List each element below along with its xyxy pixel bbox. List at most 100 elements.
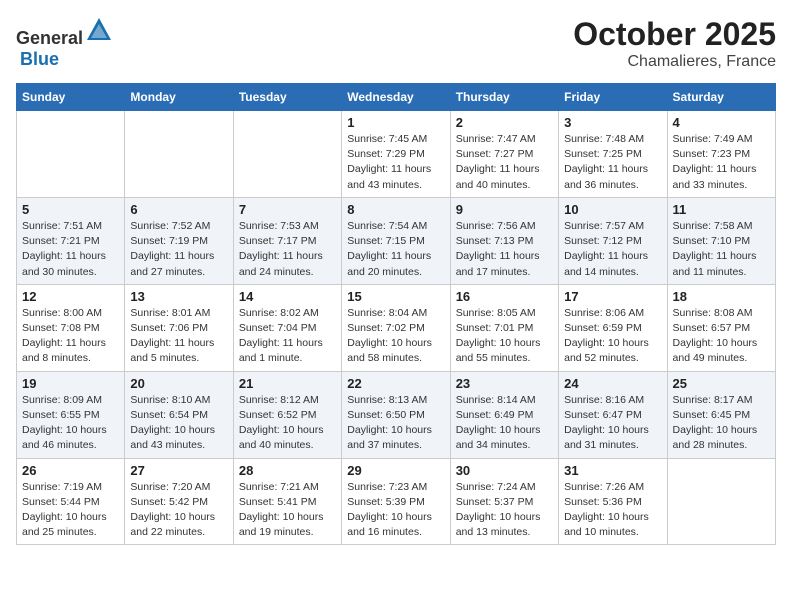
weekday-header-sunday: Sunday — [17, 84, 125, 111]
day-info: Sunrise: 7:24 AM Sunset: 5:37 PM Dayligh… — [456, 480, 553, 541]
calendar-cell: 1 Sunrise: 7:45 AM Sunset: 7:29 PM Daylig… — [342, 111, 450, 198]
day-info: Sunrise: 8:17 AM Sunset: 6:45 PM Dayligh… — [673, 393, 770, 454]
day-number: 3 — [564, 115, 661, 130]
calendar-cell: 13 Sunrise: 8:01 AM Sunset: 7:06 PM Dayli… — [125, 284, 233, 371]
day-info: Sunrise: 8:09 AM Sunset: 6:55 PM Dayligh… — [22, 393, 119, 454]
day-info: Sunrise: 7:48 AM Sunset: 7:25 PM Dayligh… — [564, 132, 661, 193]
day-info: Sunrise: 8:01 AM Sunset: 7:06 PM Dayligh… — [130, 306, 227, 367]
calendar-week-row: 12Sunrise: 8:00 AM Sunset: 7:08 PM Dayli… — [17, 284, 776, 371]
day-info: Sunrise: 8:06 AM Sunset: 6:59 PM Dayligh… — [564, 306, 661, 367]
day-info: Sunrise: 8:02 AM Sunset: 7:04 PM Dayligh… — [239, 306, 336, 367]
day-number: 5 — [22, 202, 119, 217]
day-info: Sunrise: 8:00 AM Sunset: 7:08 PM Dayligh… — [22, 306, 119, 367]
calendar-cell: 22Sunrise: 8:13 AM Sunset: 6:50 PM Dayli… — [342, 371, 450, 458]
day-number: 9 — [456, 202, 553, 217]
calendar-cell: 12Sunrise: 8:00 AM Sunset: 7:08 PM Dayli… — [17, 284, 125, 371]
day-number: 29 — [347, 463, 444, 478]
calendar-cell: 6Sunrise: 7:52 AM Sunset: 7:19 PM Daylig… — [125, 197, 233, 284]
calendar-cell: 11 Sunrise: 7:58 AM Sunset: 7:10 PM Dayli… — [667, 197, 775, 284]
day-number: 18 — [673, 289, 770, 304]
day-number: 1 — [347, 115, 444, 130]
day-info: Sunrise: 7:23 AM Sunset: 5:39 PM Dayligh… — [347, 480, 444, 541]
day-number: 19 — [22, 376, 119, 391]
day-number: 31 — [564, 463, 661, 478]
day-number: 28 — [239, 463, 336, 478]
day-info: Sunrise: 8:04 AM Sunset: 7:02 PM Dayligh… — [347, 306, 444, 367]
calendar-cell: 17 Sunrise: 8:06 AM Sunset: 6:59 PM Dayli… — [559, 284, 667, 371]
day-number: 21 — [239, 376, 336, 391]
calendar-cell: 8 Sunrise: 7:54 AM Sunset: 7:15 PM Daylig… — [342, 197, 450, 284]
logo-icon — [85, 16, 113, 44]
calendar-cell: 5 Sunrise: 7:51 AM Sunset: 7:21 PM Daylig… — [17, 197, 125, 284]
calendar-cell: 26 Sunrise: 7:19 AM Sunset: 5:44 PM Dayli… — [17, 458, 125, 545]
day-number: 10 — [564, 202, 661, 217]
calendar-cell: 14Sunrise: 8:02 AM Sunset: 7:04 PM Dayli… — [233, 284, 341, 371]
calendar-cell: 18 Sunrise: 8:08 AM Sunset: 6:57 PM Dayli… — [667, 284, 775, 371]
day-info: Sunrise: 7:51 AM Sunset: 7:21 PM Dayligh… — [22, 219, 119, 280]
day-info: Sunrise: 8:08 AM Sunset: 6:57 PM Dayligh… — [673, 306, 770, 367]
calendar-cell: 20 Sunrise: 8:10 AM Sunset: 6:54 PM Dayli… — [125, 371, 233, 458]
calendar-cell: 7Sunrise: 7:53 AM Sunset: 7:17 PM Daylig… — [233, 197, 341, 284]
calendar-cell: 23 Sunrise: 8:14 AM Sunset: 6:49 PM Dayli… — [450, 371, 558, 458]
calendar-cell: 21 Sunrise: 8:12 AM Sunset: 6:52 PM Dayli… — [233, 371, 341, 458]
day-info: Sunrise: 8:16 AM Sunset: 6:47 PM Dayligh… — [564, 393, 661, 454]
page-header: General Blue October 2025 Chamalieres, F… — [16, 16, 776, 71]
day-number: 4 — [673, 115, 770, 130]
calendar-table: SundayMondayTuesdayWednesdayThursdayFrid… — [16, 83, 776, 545]
day-info: Sunrise: 8:14 AM Sunset: 6:49 PM Dayligh… — [456, 393, 553, 454]
day-number: 17 — [564, 289, 661, 304]
day-number: 24 — [564, 376, 661, 391]
calendar-week-row: 19 Sunrise: 8:09 AM Sunset: 6:55 PM Dayli… — [17, 371, 776, 458]
day-info: Sunrise: 7:54 AM Sunset: 7:15 PM Dayligh… — [347, 219, 444, 280]
day-number: 23 — [456, 376, 553, 391]
day-info: Sunrise: 8:13 AM Sunset: 6:50 PM Dayligh… — [347, 393, 444, 454]
calendar-cell: 24 Sunrise: 8:16 AM Sunset: 6:47 PM Dayli… — [559, 371, 667, 458]
weekday-header-thursday: Thursday — [450, 84, 558, 111]
calendar-week-row: 5 Sunrise: 7:51 AM Sunset: 7:21 PM Daylig… — [17, 197, 776, 284]
calendar-cell: 30 Sunrise: 7:24 AM Sunset: 5:37 PM Dayli… — [450, 458, 558, 545]
calendar-cell: 4 Sunrise: 7:49 AM Sunset: 7:23 PM Daylig… — [667, 111, 775, 198]
day-number: 11 — [673, 202, 770, 217]
location-title: Chamalieres, France — [573, 53, 776, 71]
weekday-header-monday: Monday — [125, 84, 233, 111]
title-block: October 2025 Chamalieres, France — [573, 16, 776, 71]
day-info: Sunrise: 7:49 AM Sunset: 7:23 PM Dayligh… — [673, 132, 770, 193]
calendar-week-row: 26 Sunrise: 7:19 AM Sunset: 5:44 PM Dayli… — [17, 458, 776, 545]
calendar-cell — [125, 111, 233, 198]
calendar-cell: 19 Sunrise: 8:09 AM Sunset: 6:55 PM Dayli… — [17, 371, 125, 458]
calendar-cell: 25 Sunrise: 8:17 AM Sunset: 6:45 PM Dayli… — [667, 371, 775, 458]
day-number: 8 — [347, 202, 444, 217]
day-info: Sunrise: 8:10 AM Sunset: 6:54 PM Dayligh… — [130, 393, 227, 454]
calendar-cell: 28 Sunrise: 7:21 AM Sunset: 5:41 PM Dayli… — [233, 458, 341, 545]
day-number: 20 — [130, 376, 227, 391]
calendar-cell: 2Sunrise: 7:47 AM Sunset: 7:27 PM Daylig… — [450, 111, 558, 198]
day-info: Sunrise: 7:45 AM Sunset: 7:29 PM Dayligh… — [347, 132, 444, 193]
day-number: 26 — [22, 463, 119, 478]
day-info: Sunrise: 7:57 AM Sunset: 7:12 PM Dayligh… — [564, 219, 661, 280]
logo-general-text: General Blue — [16, 16, 113, 70]
logo-text-blue: Blue — [20, 49, 59, 69]
day-info: Sunrise: 7:19 AM Sunset: 5:44 PM Dayligh… — [22, 480, 119, 541]
day-info: Sunrise: 7:58 AM Sunset: 7:10 PM Dayligh… — [673, 219, 770, 280]
calendar-cell: 31 Sunrise: 7:26 AM Sunset: 5:36 PM Dayli… — [559, 458, 667, 545]
day-number: 25 — [673, 376, 770, 391]
logo: General Blue — [16, 16, 113, 70]
calendar-cell: 3 Sunrise: 7:48 AM Sunset: 7:25 PM Daylig… — [559, 111, 667, 198]
day-number: 27 — [130, 463, 227, 478]
day-info: Sunrise: 7:53 AM Sunset: 7:17 PM Dayligh… — [239, 219, 336, 280]
day-info: Sunrise: 7:26 AM Sunset: 5:36 PM Dayligh… — [564, 480, 661, 541]
weekday-header-friday: Friday — [559, 84, 667, 111]
day-info: Sunrise: 7:21 AM Sunset: 5:41 PM Dayligh… — [239, 480, 336, 541]
logo-text-general: General — [16, 28, 83, 48]
calendar-cell: 16Sunrise: 8:05 AM Sunset: 7:01 PM Dayli… — [450, 284, 558, 371]
calendar-cell: 15 Sunrise: 8:04 AM Sunset: 7:02 PM Dayli… — [342, 284, 450, 371]
day-info: Sunrise: 7:52 AM Sunset: 7:19 PM Dayligh… — [130, 219, 227, 280]
day-number: 30 — [456, 463, 553, 478]
day-number: 15 — [347, 289, 444, 304]
day-number: 16 — [456, 289, 553, 304]
calendar-cell — [667, 458, 775, 545]
day-info: Sunrise: 7:56 AM Sunset: 7:13 PM Dayligh… — [456, 219, 553, 280]
day-info: Sunrise: 7:47 AM Sunset: 7:27 PM Dayligh… — [456, 132, 553, 193]
day-info: Sunrise: 8:12 AM Sunset: 6:52 PM Dayligh… — [239, 393, 336, 454]
day-number: 13 — [130, 289, 227, 304]
